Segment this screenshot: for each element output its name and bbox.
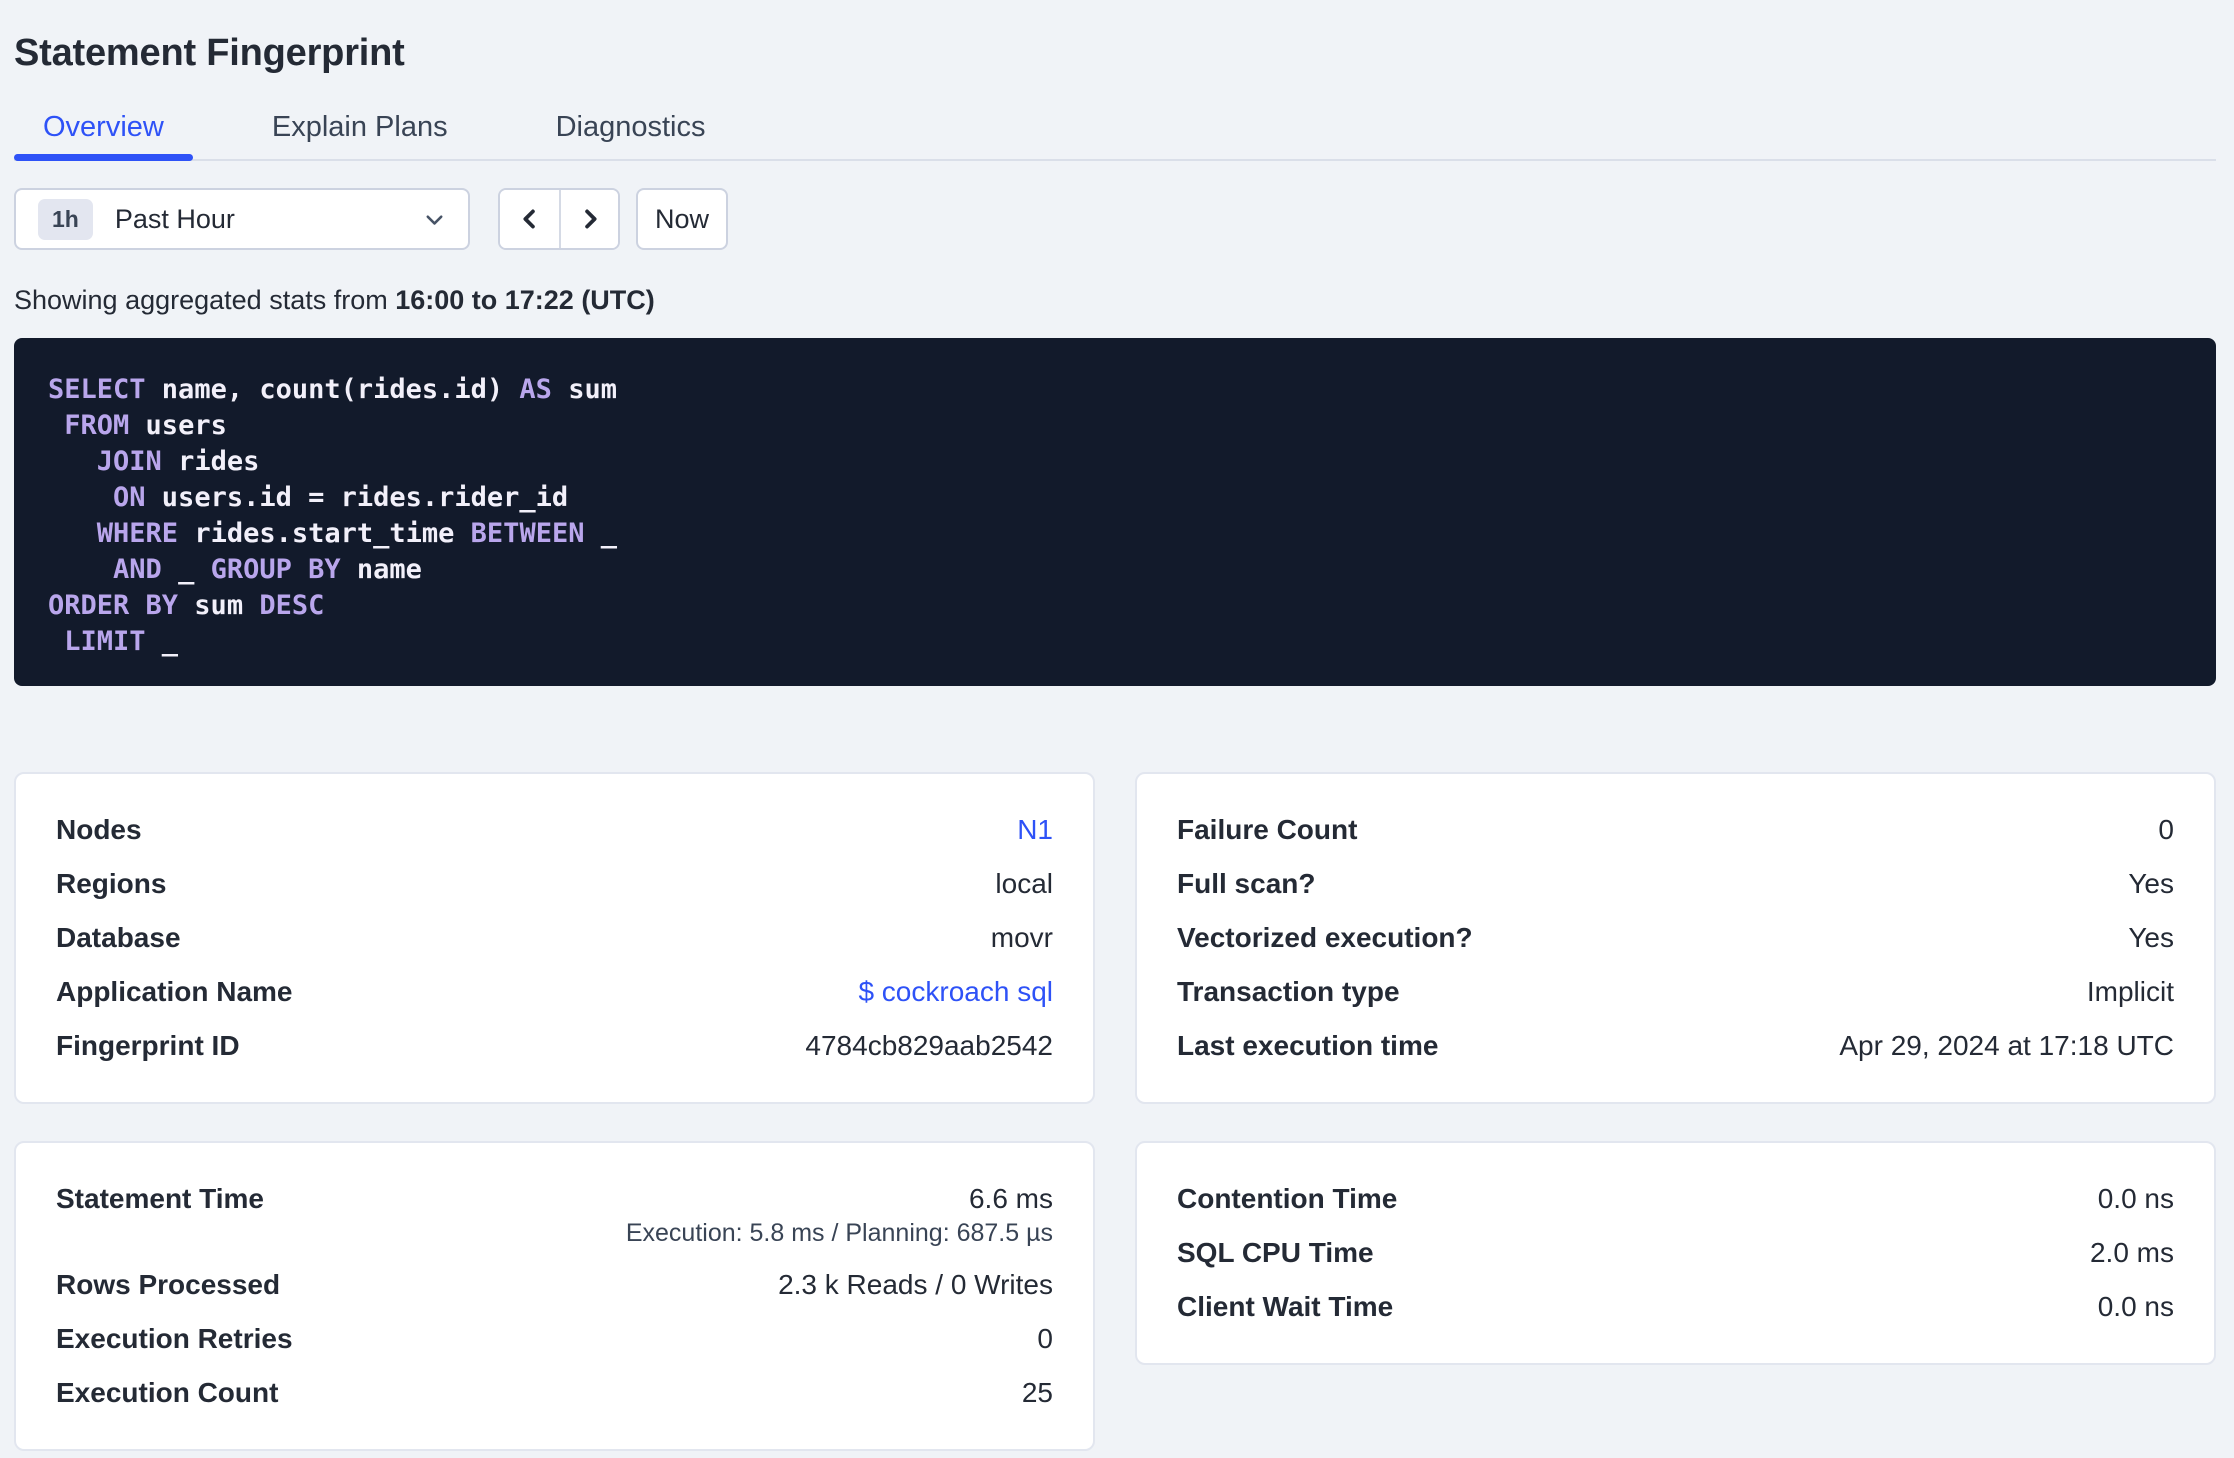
sql-line: WHERE rides.start_time BETWEEN _: [96, 518, 617, 549]
time-nav-group: [498, 188, 620, 250]
nodes-link[interactable]: N1: [1017, 814, 1053, 846]
statement-details-card: Nodes N1 Regions local Database movr App…: [14, 772, 1095, 1104]
time-range-label: Past Hour: [114, 203, 235, 234]
detail-row-last-execution-time: Last execution time Apr 29, 2024 at 17:1…: [1177, 1030, 2174, 1061]
tab-overview[interactable]: Overview: [14, 95, 193, 161]
chevron-right-icon: [576, 205, 604, 233]
page-title: Statement Fingerprint: [14, 32, 405, 74]
sql-line: SELECT name, count(rides.id) AS sum: [48, 374, 617, 405]
detail-row-rows-processed: Rows Processed 2.3 k Reads / 0 Writes: [56, 1269, 1053, 1300]
cards-grid: Nodes N1 Regions local Database movr App…: [14, 772, 2216, 1451]
time-range-badge: 1h: [38, 198, 93, 240]
sql-line: JOIN rides: [96, 446, 260, 477]
detail-row-execution-count: Execution Count 25: [56, 1377, 1053, 1408]
detail-row-transaction-type: Transaction type Implicit: [1177, 976, 2174, 1007]
time-range-dropdown[interactable]: 1h Past Hour: [14, 188, 470, 250]
sql-line: AND _ GROUP BY name: [113, 554, 422, 585]
detail-row-statement-time: Statement Time 6.6 ms Execution: 5.8 ms …: [56, 1172, 1053, 1258]
detail-row-fingerprint-id: Fingerprint ID 4784cb829aab2542: [56, 1030, 1053, 1061]
time-toolbar: 1h Past Hour Now: [14, 188, 2216, 250]
execution-attributes-card: Failure Count 0 Full scan? Yes Vectorize…: [1135, 772, 2216, 1104]
statement-time-breakdown: Execution: 5.8 ms / Planning: 687.5 µs: [625, 1219, 1053, 1247]
chevron-left-icon: [516, 205, 544, 233]
detail-row-vectorized: Vectorized execution? Yes: [1177, 922, 2174, 953]
sql-line: FROM users: [64, 410, 227, 441]
sql-line: ON users.id = rides.rider_id: [113, 482, 569, 513]
detail-row-client-wait-time: Client Wait Time 0.0 ns: [1177, 1291, 2174, 1322]
aggregated-stats-caption: Showing aggregated stats from 16:00 to 1…: [14, 285, 655, 315]
detail-row-sql-cpu-time: SQL CPU Time 2.0 ms: [1177, 1237, 2174, 1268]
application-name-link[interactable]: $ cockroach sql: [858, 976, 1053, 1008]
tab-explain-plans[interactable]: Explain Plans: [243, 95, 477, 159]
detail-row-application-name: Application Name $ cockroach sql: [56, 976, 1053, 1008]
sql-line: ORDER BY sum DESC: [48, 590, 325, 621]
sql-line: LIMIT _: [64, 626, 179, 657]
tab-bar: Overview Explain Plans Diagnostics: [14, 95, 2216, 161]
wait-time-card: Contention Time 0.0 ns SQL CPU Time 2.0 …: [1135, 1141, 2216, 1365]
previous-range-button[interactable]: [500, 190, 559, 248]
sql-statement-box: SELECT name, count(rides.id) AS sum FROM…: [14, 338, 2216, 686]
detail-row-failure-count: Failure Count 0: [1177, 814, 2174, 845]
detail-row-execution-retries: Execution Retries 0: [56, 1323, 1053, 1354]
statement-fingerprint-page: Statement Fingerprint Overview Explain P…: [0, 0, 2234, 1451]
tab-diagnostics[interactable]: Diagnostics: [527, 95, 735, 159]
detail-row-regions: Regions local: [56, 868, 1053, 899]
chevron-down-icon: [421, 206, 448, 233]
statement-timing-card: Statement Time 6.6 ms Execution: 5.8 ms …: [14, 1141, 1095, 1451]
now-button[interactable]: Now: [636, 188, 728, 250]
next-range-button[interactable]: [559, 190, 618, 248]
detail-row-full-scan: Full scan? Yes: [1177, 868, 2174, 899]
detail-row-nodes: Nodes N1: [56, 814, 1053, 846]
detail-row-database: Database movr: [56, 922, 1053, 953]
detail-row-contention-time: Contention Time 0.0 ns: [1177, 1183, 2174, 1214]
